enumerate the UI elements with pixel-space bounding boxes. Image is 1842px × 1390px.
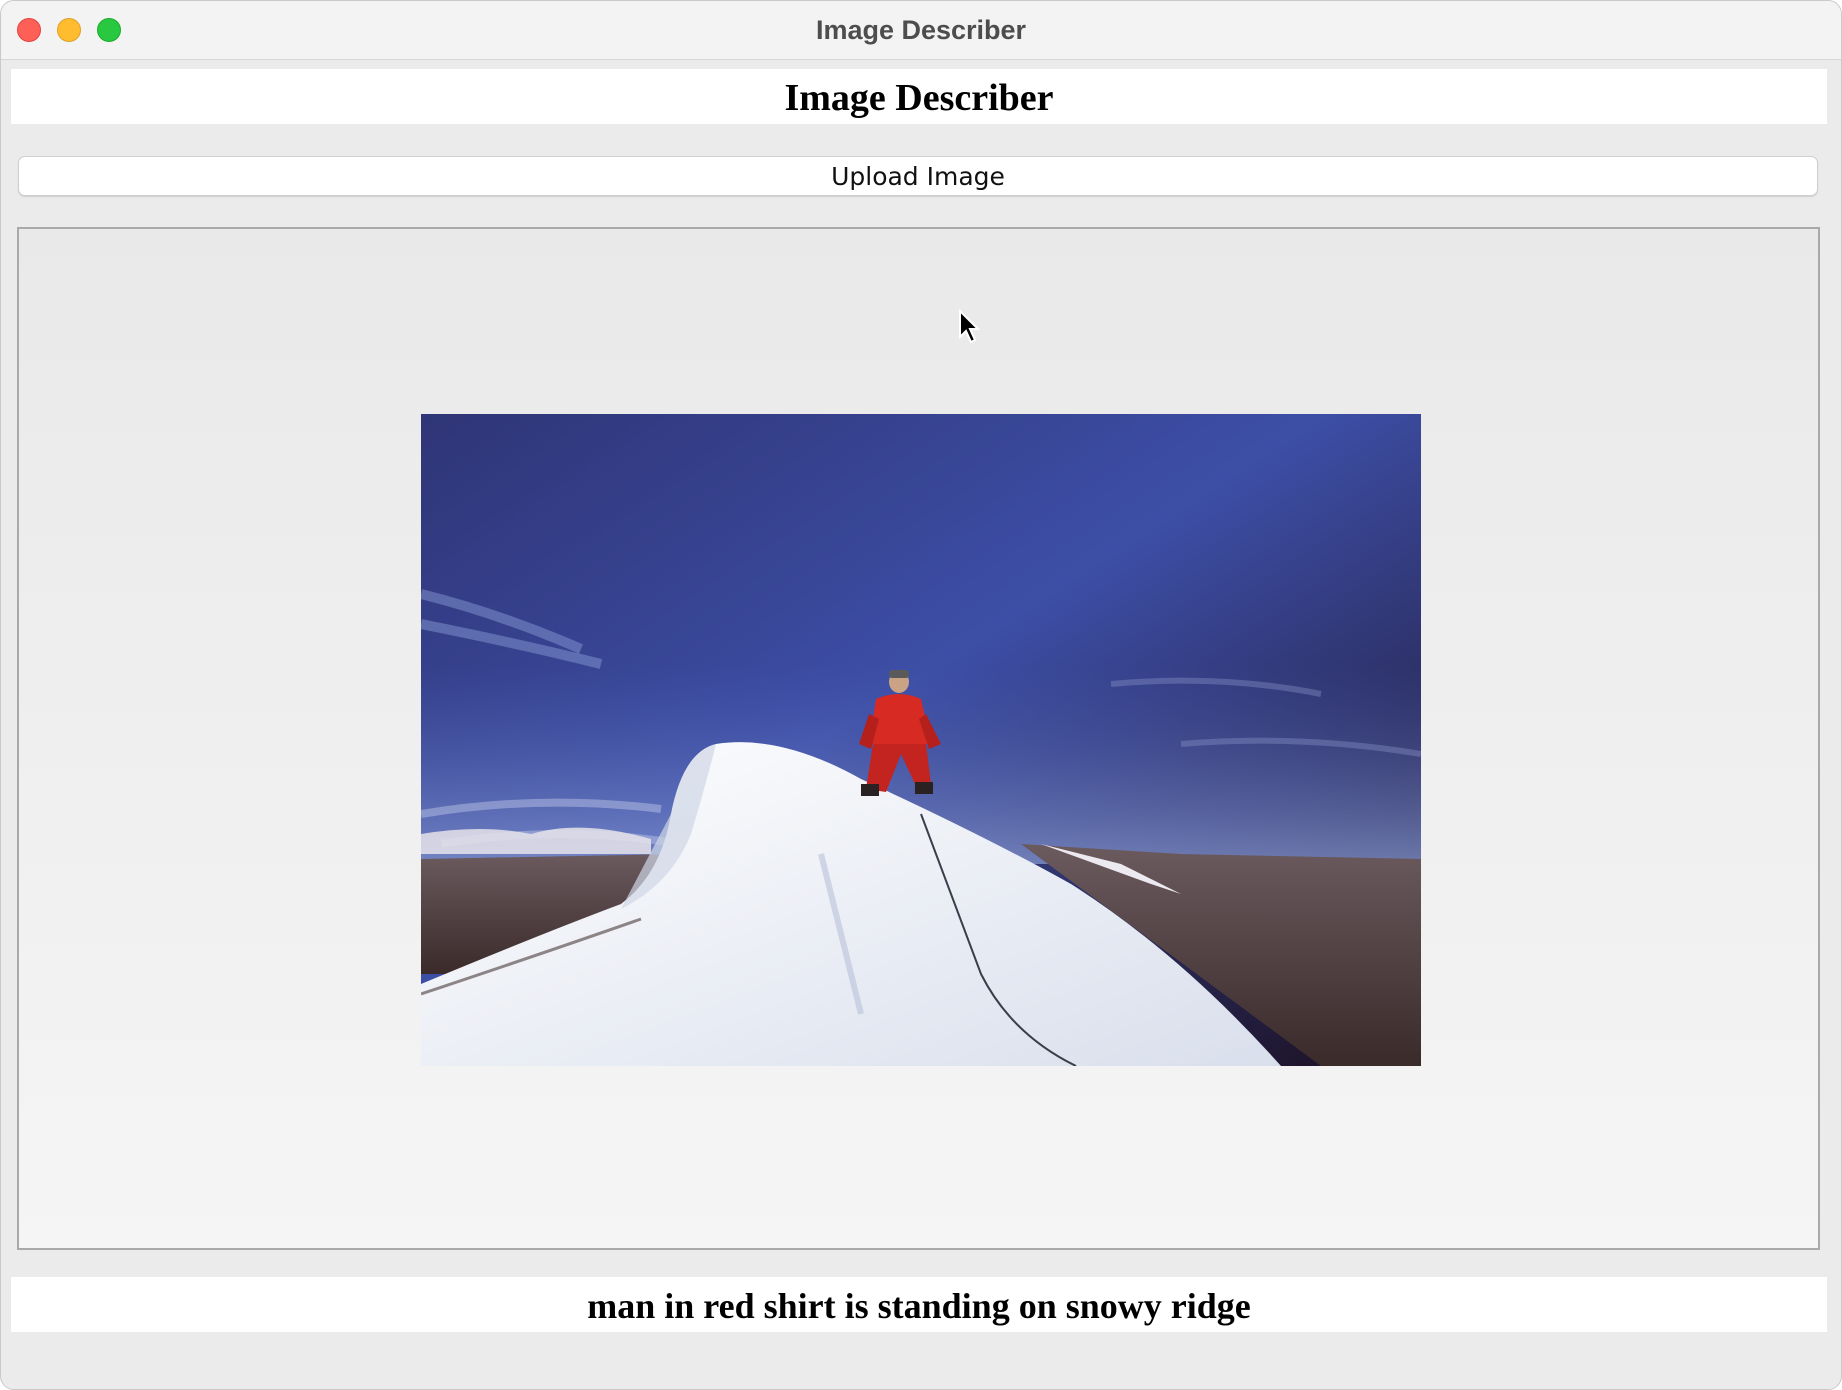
- window-title: Image Describer: [815, 15, 1027, 45]
- title-bar[interactable]: Image Describer: [1, 1, 1841, 60]
- image-caption: man in red shirt is standing on snowy ri…: [11, 1277, 1827, 1332]
- image-display-panel: [17, 227, 1820, 1250]
- uploaded-photo: [421, 414, 1421, 1066]
- mouse-pointer-icon: [959, 309, 981, 344]
- app-heading: Image Describer: [11, 69, 1827, 124]
- app-window: Image Describer Image Describer Upload I…: [0, 0, 1842, 1390]
- upload-image-button[interactable]: Upload Image: [18, 156, 1818, 196]
